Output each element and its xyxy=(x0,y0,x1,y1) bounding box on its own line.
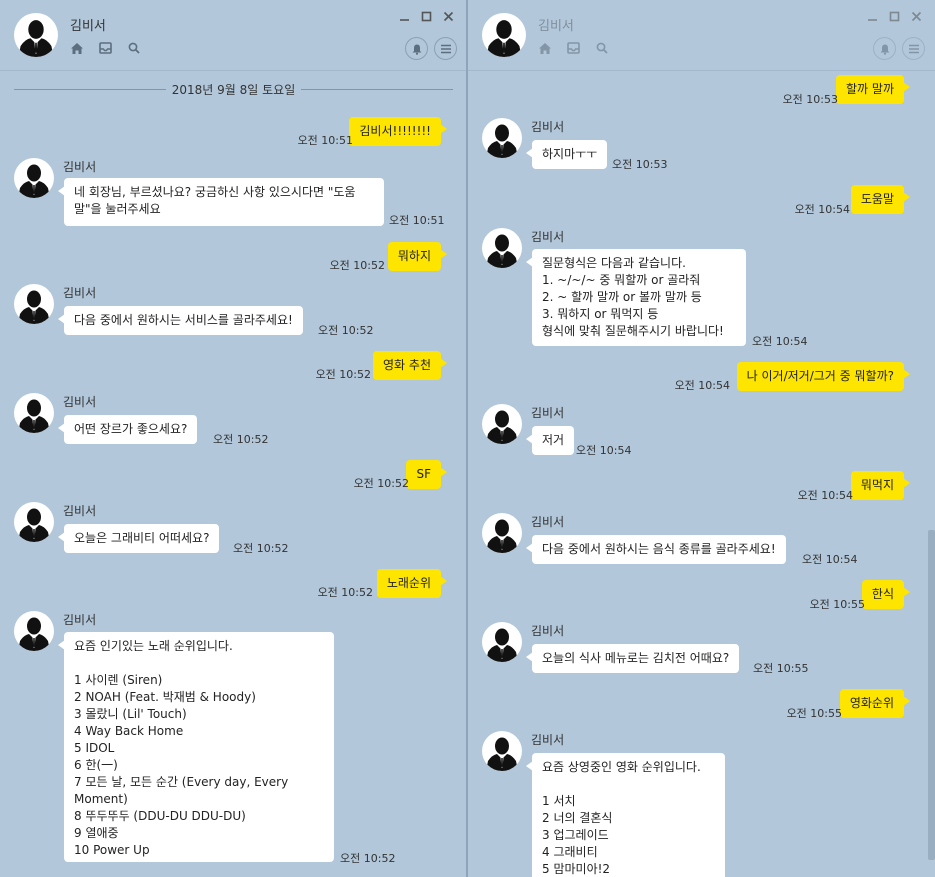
outgoing-message[interactable]: 노래순위 xyxy=(376,569,448,598)
message-time: 오전 10:52 xyxy=(329,259,385,272)
incoming-message[interactable]: 요즘 인기있는 노래 순위입니다. 1 사이렌 (Siren) 2 NOAH (… xyxy=(58,632,334,862)
sender-name: 김비서 xyxy=(63,286,97,300)
outgoing-message[interactable]: 뭐먹지 xyxy=(850,471,911,500)
message-time: 오전 10:54 xyxy=(794,203,850,216)
sender-avatar[interactable] xyxy=(14,393,54,433)
menu-button[interactable] xyxy=(434,37,457,60)
outgoing-message[interactable]: 뭐하지 xyxy=(387,242,448,271)
message-time: 오전 10:54 xyxy=(752,335,808,348)
incoming-message[interactable]: 요즘 상영중인 영화 순위입니다. 1 서치 2 너의 결혼식 3 업그레이드 … xyxy=(526,753,725,877)
profile-avatar[interactable] xyxy=(14,13,58,57)
sender-name: 김비서 xyxy=(531,120,565,134)
title-bar: 김비서 xyxy=(468,0,935,71)
notification-bell-button[interactable] xyxy=(873,37,896,60)
incoming-message[interactable]: 다음 중에서 원하시는 서비스를 골라주세요! xyxy=(58,306,303,335)
outgoing-message[interactable]: 나 이거/저거/그거 중 뭐할까? xyxy=(736,362,911,391)
sender-name: 김비서 xyxy=(531,733,565,747)
menu-icon xyxy=(440,44,451,53)
chat-title: 김비서 xyxy=(538,19,574,34)
notification-bell-button[interactable] xyxy=(405,37,428,60)
incoming-message[interactable]: 질문형식은 다음과 같습니다. 1. ~/~/~ 중 뭐할까 or 골라줘 2.… xyxy=(526,249,746,346)
sender-name: 김비서 xyxy=(63,395,97,409)
close-icon[interactable] xyxy=(441,8,455,24)
message-time: 오전 10:54 xyxy=(576,444,632,457)
sender-name: 김비서 xyxy=(63,160,97,174)
incoming-message[interactable]: 하지마ㅜㅜ xyxy=(525,140,608,169)
message-time: 오전 10:52 xyxy=(353,477,409,490)
chat-window-right: 김비서 할까 말까 오전 10:53 김비서 하지마ㅜㅜ 오전 10:53 도움… xyxy=(468,0,935,877)
sender-avatar[interactable] xyxy=(482,118,522,158)
incoming-message[interactable]: 저거 xyxy=(525,426,575,455)
minimize-icon[interactable] xyxy=(865,8,879,24)
profile-avatar[interactable] xyxy=(482,13,526,57)
outgoing-message[interactable]: SF xyxy=(406,460,447,489)
sender-avatar[interactable] xyxy=(482,513,522,553)
menu-button[interactable] xyxy=(902,37,925,60)
inbox-icon[interactable] xyxy=(99,40,128,56)
sender-name: 김비서 xyxy=(531,624,565,638)
sender-name: 김비서 xyxy=(63,613,97,627)
date-separator: 2018년 9월 8일 토요일 xyxy=(14,80,453,98)
sender-name: 김비서 xyxy=(531,230,565,244)
sender-avatar[interactable] xyxy=(14,611,54,651)
incoming-message[interactable]: 어떤 장르가 좋으세요? xyxy=(57,415,198,444)
message-time: 오전 10:53 xyxy=(612,158,668,171)
minimize-icon[interactable] xyxy=(397,8,411,24)
incoming-message[interactable]: 오늘의 식사 메뉴로는 김치전 어때요? xyxy=(525,644,740,673)
sender-avatar[interactable] xyxy=(482,622,522,662)
message-time: 오전 10:55 xyxy=(753,662,809,675)
home-icon[interactable] xyxy=(70,40,99,56)
sender-avatar[interactable] xyxy=(482,228,522,268)
outgoing-message[interactable]: 할까 말까 xyxy=(836,75,910,104)
message-time: 오전 10:51 xyxy=(297,134,353,147)
chat-window-left: 김비서 2018년 9월 8일 토요일 김비서!!!!!!!! 오전 10:51… xyxy=(0,0,467,877)
search-icon[interactable] xyxy=(596,40,625,56)
outgoing-message[interactable]: 도움말 xyxy=(850,185,911,214)
bell-icon xyxy=(880,44,889,55)
menu-icon xyxy=(908,44,919,53)
sender-avatar[interactable] xyxy=(482,404,522,444)
sender-avatar[interactable] xyxy=(14,502,54,542)
sender-name: 김비서 xyxy=(63,504,97,518)
outgoing-message[interactable]: 김비서!!!!!!!! xyxy=(349,117,447,146)
bell-icon xyxy=(412,44,421,55)
maximize-icon[interactable] xyxy=(887,8,901,24)
close-icon[interactable] xyxy=(909,8,923,24)
search-icon[interactable] xyxy=(128,40,157,56)
outgoing-message[interactable]: 영화 추천 xyxy=(373,351,447,380)
message-time: 오전 10:52 xyxy=(233,542,289,555)
message-time: 오전 10:54 xyxy=(802,553,858,566)
incoming-message[interactable]: 오늘은 그래비티 어떠세요? xyxy=(57,524,220,553)
inbox-icon[interactable] xyxy=(567,40,596,56)
message-time: 오전 10:52 xyxy=(213,433,269,446)
message-time: 오전 10:54 xyxy=(674,379,730,392)
sender-name: 김비서 xyxy=(531,515,565,529)
sender-avatar[interactable] xyxy=(482,731,522,771)
message-time: 오전 10:51 xyxy=(389,214,445,227)
message-time: 오전 10:52 xyxy=(318,324,374,337)
home-icon[interactable] xyxy=(538,40,567,56)
maximize-icon[interactable] xyxy=(419,8,433,24)
title-bar: 김비서 xyxy=(0,0,467,71)
message-time: 오전 10:54 xyxy=(797,489,853,502)
outgoing-message[interactable]: 영화순위 xyxy=(839,689,911,718)
message-time: 오전 10:52 xyxy=(340,852,396,865)
sender-avatar[interactable] xyxy=(14,284,54,324)
message-time: 오전 10:52 xyxy=(315,368,371,381)
chat-title: 김비서 xyxy=(70,19,106,34)
sender-avatar[interactable] xyxy=(14,158,54,198)
message-time: 오전 10:52 xyxy=(317,586,373,599)
message-time: 오전 10:55 xyxy=(809,598,865,611)
message-time: 오전 10:55 xyxy=(786,707,842,720)
message-time: 오전 10:53 xyxy=(782,93,838,106)
outgoing-message[interactable]: 한식 xyxy=(861,580,911,609)
incoming-message[interactable]: 다음 중에서 원하시는 음식 종류를 골라주세요! xyxy=(526,535,786,564)
incoming-message[interactable]: 네 회장님, 부르셨나요? 궁금하신 사항 있으시다면 "도움 말"을 눌러주세… xyxy=(58,178,384,226)
scrollbar-thumb[interactable] xyxy=(928,530,935,860)
sender-name: 김비서 xyxy=(531,406,565,420)
